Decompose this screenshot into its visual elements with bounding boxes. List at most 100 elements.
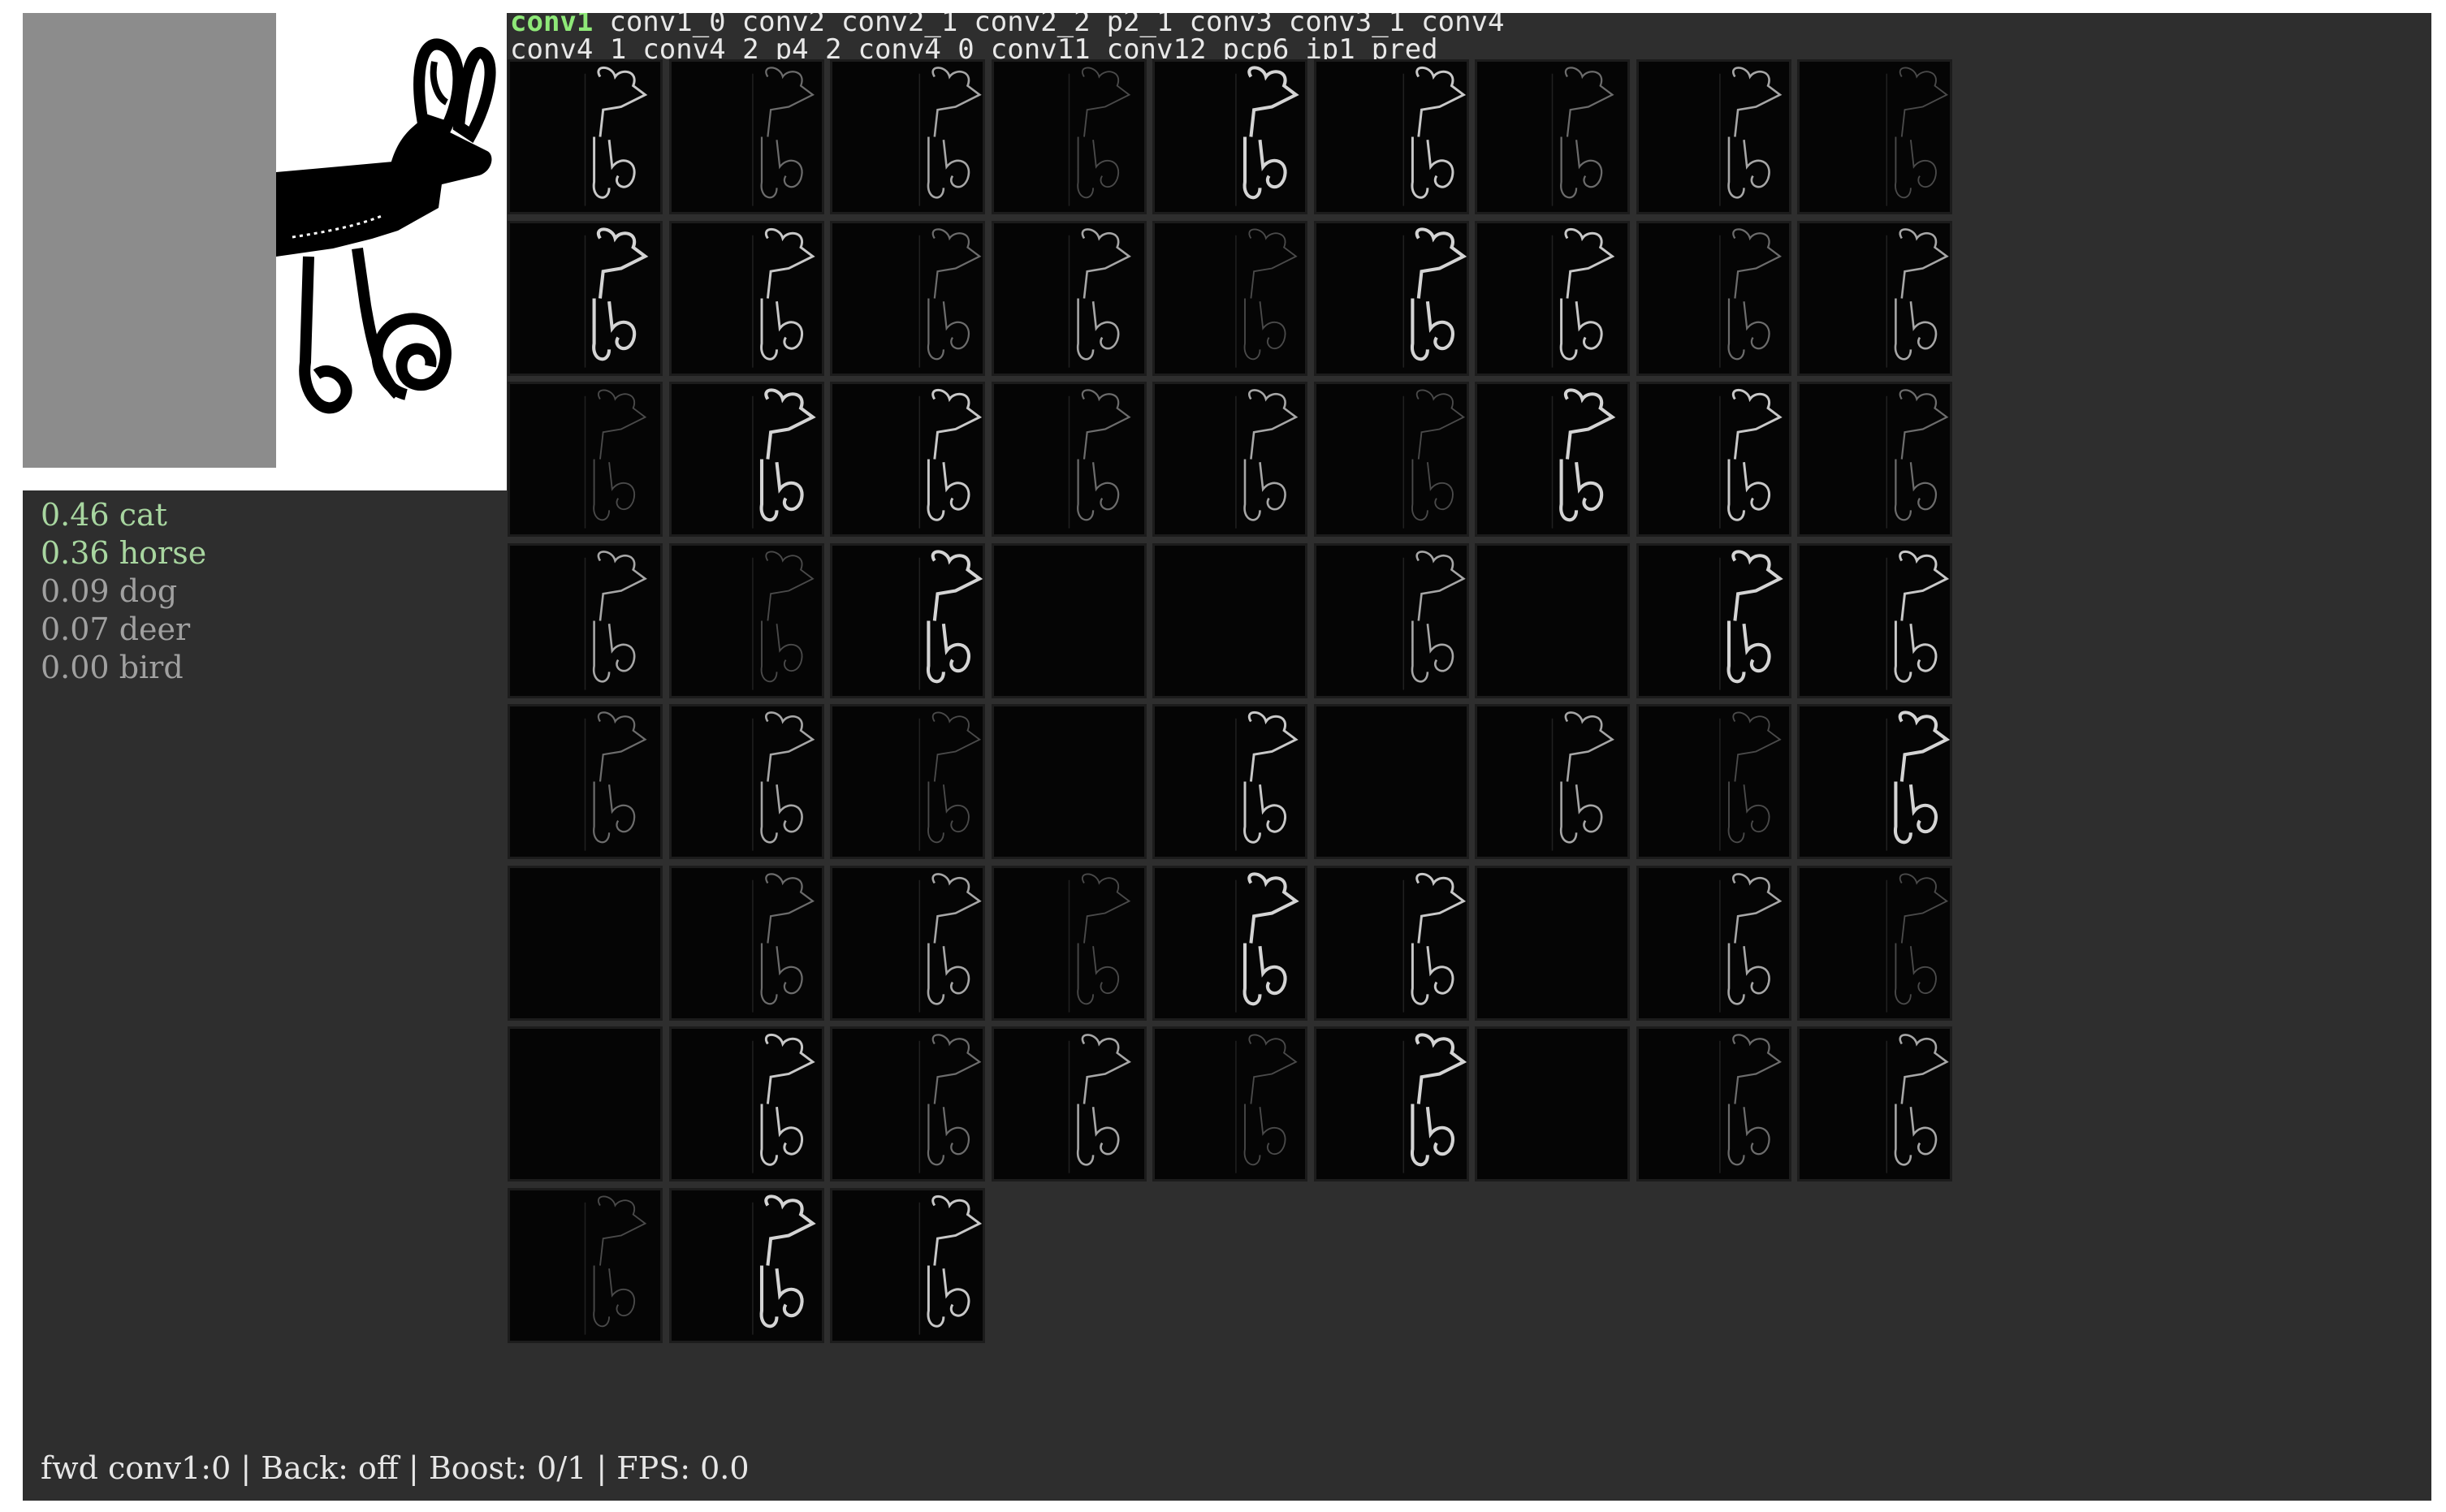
feature-map-thumbnail[interactable] — [510, 706, 660, 857]
layer-tab-row-2: conv4_1 conv4_2 p4_2 conv4_0 conv11 conv12 pcp… — [510, 36, 1891, 60]
feature-map-thumbnail[interactable] — [1477, 222, 1627, 374]
feature-map-thumbnail[interactable] — [1477, 384, 1627, 534]
layer-tab-pcp6[interactable]: pcp6 — [1222, 33, 1289, 60]
prediction-score: 0.36 — [41, 535, 110, 571]
feature-map-thumbnail[interactable] — [1638, 1029, 1789, 1179]
feature-map-thumbnail[interactable] — [1316, 384, 1467, 534]
feature-map-thumbnail[interactable] — [1155, 384, 1305, 534]
deepvis-window: 0.46 cat 0.36 horse 0.09 dog 0.07 deer 0.00 … — [23, 13, 2431, 1501]
feature-map-thumbnail[interactable] — [832, 384, 983, 534]
prediction-row: 0.09 dog — [41, 572, 206, 611]
prediction-label: cat — [109, 497, 167, 533]
feature-map-thumbnail[interactable] — [1477, 1029, 1627, 1179]
prediction-label: horse — [109, 535, 207, 571]
feature-map-thumbnail[interactable] — [832, 222, 983, 374]
layer-tab-conv4-1[interactable]: conv4_1 — [510, 33, 626, 60]
prediction-row: 0.46 cat — [41, 496, 206, 534]
feature-map-thumbnail[interactable] — [671, 545, 822, 696]
feature-map-thumbnail[interactable] — [1155, 867, 1305, 1018]
feature-map-thumbnail[interactable] — [671, 1029, 822, 1179]
layer-tab-conv12[interactable]: conv12 — [1107, 33, 1207, 60]
prediction-score: 0.09 — [41, 573, 110, 609]
feature-map-thumbnail[interactable] — [1155, 222, 1305, 374]
feature-map-thumbnail[interactable] — [1155, 1029, 1305, 1179]
feature-map-thumbnail[interactable] — [1316, 62, 1467, 212]
feature-map-thumbnail[interactable] — [510, 1029, 660, 1179]
feature-map-thumbnail[interactable] — [1477, 62, 1627, 212]
feature-map-thumbnail[interactable] — [832, 1029, 983, 1179]
feature-map-thumbnail[interactable] — [671, 384, 822, 534]
feature-map-thumbnail[interactable] — [1477, 867, 1627, 1018]
feature-map-thumbnail[interactable] — [1800, 545, 1950, 696]
feature-map-thumbnail[interactable] — [510, 384, 660, 534]
feature-map-thumbnail[interactable] — [510, 62, 660, 212]
feature-map-thumbnail[interactable] — [1477, 545, 1627, 696]
prediction-score: 0.46 — [41, 497, 110, 533]
feature-map-thumbnail[interactable] — [832, 62, 983, 212]
feature-map-thumbnail[interactable] — [1316, 867, 1467, 1018]
feature-map-thumbnail[interactable] — [1477, 706, 1627, 857]
feature-map-thumbnail[interactable] — [510, 1190, 660, 1341]
layer-tab-conv11[interactable]: conv11 — [991, 33, 1091, 60]
layer-tab-pred[interactable]: pred — [1372, 33, 1438, 60]
layer-tab-ip1[interactable]: ip1 — [1305, 33, 1355, 60]
feature-map-thumbnail[interactable] — [1316, 545, 1467, 696]
feature-map-thumbnail[interactable] — [1155, 545, 1305, 696]
layer-tab-p4-2[interactable]: p4_2 — [776, 33, 842, 60]
feature-map-thumbnail[interactable] — [993, 706, 1144, 857]
prediction-row: 0.07 deer — [41, 611, 206, 649]
feature-map-thumbnail[interactable] — [671, 706, 822, 857]
feature-map-thumbnail[interactable] — [832, 545, 983, 696]
feature-map-thumbnail[interactable] — [1800, 867, 1950, 1018]
prediction-label: dog — [109, 573, 178, 609]
prediction-row: 0.36 horse — [41, 534, 206, 572]
feature-map-thumbnail[interactable] — [993, 1029, 1144, 1179]
feature-map-thumbnail[interactable] — [1800, 222, 1950, 374]
prediction-score: 0.00 — [41, 650, 110, 685]
feature-map-thumbnail[interactable] — [1155, 62, 1305, 212]
feature-map-thumbnail[interactable] — [1800, 706, 1950, 857]
layer-tab-row-1: conv1 conv1_0 conv2 conv2_1 conv2_2 p2_1 conv3… — [510, 13, 1891, 36]
feature-map-thumbnail[interactable] — [1155, 706, 1305, 857]
prediction-list: 0.46 cat 0.36 horse 0.09 dog 0.07 deer 0.00 … — [41, 496, 206, 687]
prediction-label: deer — [109, 611, 191, 647]
feature-map-thumbnail[interactable] — [1800, 384, 1950, 534]
input-image-panel — [23, 13, 507, 490]
feature-map-thumbnail[interactable] — [1638, 222, 1789, 374]
prediction-label: bird — [109, 650, 184, 685]
feature-map-thumbnail[interactable] — [671, 867, 822, 1018]
feature-map-thumbnail[interactable] — [1800, 62, 1950, 212]
feature-map-thumbnail[interactable] — [832, 706, 983, 857]
layer-tab-bar: conv1 conv1_0 conv2 conv2_1 conv2_2 p2_1 conv3… — [510, 13, 1891, 60]
feature-map-grid — [510, 62, 1972, 1361]
layer-tab-conv4-0[interactable]: conv4_0 — [858, 33, 974, 60]
feature-map-thumbnail[interactable] — [832, 1190, 983, 1341]
feature-map-thumbnail[interactable] — [671, 62, 822, 212]
feature-map-thumbnail[interactable] — [993, 384, 1144, 534]
feature-map-thumbnail[interactable] — [1638, 62, 1789, 212]
feature-map-thumbnail[interactable] — [1800, 1029, 1950, 1179]
prediction-row: 0.00 bird — [41, 649, 206, 687]
feature-map-thumbnail[interactable] — [1316, 1029, 1467, 1179]
feature-map-thumbnail[interactable] — [510, 545, 660, 696]
input-sketch-icon — [276, 13, 507, 490]
layer-tab-conv4-2[interactable]: conv4_2 — [642, 33, 758, 60]
feature-map-thumbnail[interactable] — [1638, 867, 1789, 1018]
feature-map-thumbnail[interactable] — [1638, 545, 1789, 696]
feature-map-thumbnail[interactable] — [510, 867, 660, 1018]
feature-map-thumbnail[interactable] — [1638, 384, 1789, 534]
feature-map-thumbnail[interactable] — [1316, 706, 1467, 857]
prediction-score: 0.07 — [41, 611, 110, 647]
feature-map-thumbnail[interactable] — [1638, 706, 1789, 857]
input-image-gray-region — [23, 13, 276, 468]
feature-map-thumbnail[interactable] — [993, 62, 1144, 212]
feature-map-thumbnail[interactable] — [1316, 222, 1467, 374]
status-bar: fwd conv1:0 | Back: off | Boost: 0/1 | F… — [41, 1450, 750, 1486]
feature-map-thumbnail[interactable] — [993, 222, 1144, 374]
feature-map-thumbnail[interactable] — [832, 867, 983, 1018]
feature-map-thumbnail[interactable] — [510, 222, 660, 374]
feature-map-thumbnail[interactable] — [993, 867, 1144, 1018]
feature-map-thumbnail[interactable] — [993, 545, 1144, 696]
feature-map-thumbnail[interactable] — [671, 222, 822, 374]
feature-map-thumbnail[interactable] — [671, 1190, 822, 1341]
